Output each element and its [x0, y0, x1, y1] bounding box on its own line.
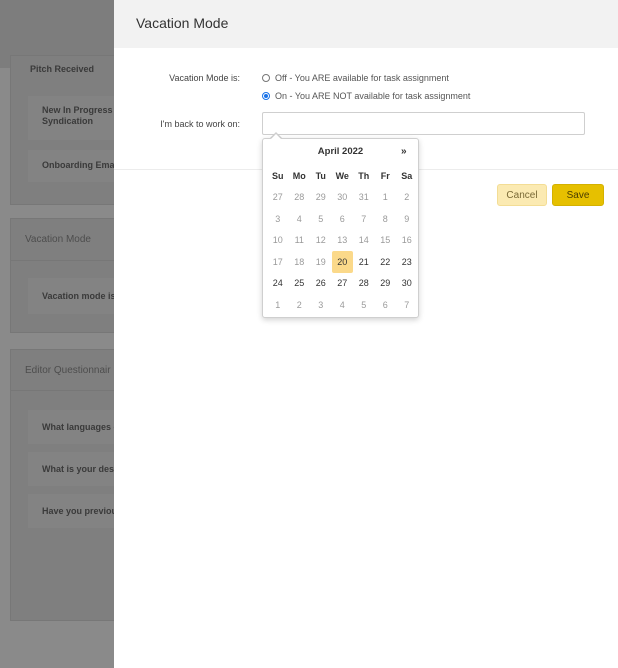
bg-divider [10, 260, 120, 261]
datepicker-day[interactable]: 5 [310, 208, 332, 230]
datepicker-day[interactable]: 29 [310, 187, 332, 209]
radio-option-off[interactable]: Off - You ARE available for task assignm… [262, 73, 449, 83]
weekday-header: Su [271, 170, 284, 181]
datepicker-day[interactable]: 7 [396, 294, 418, 316]
datepicker-day[interactable]: 15 [375, 230, 397, 252]
datepicker: April 2022 » Su Mo Tu We Th Fr Sa 27 28 29 30 31 1 2 3… [262, 138, 419, 318]
bg-row-languages: What languages c [42, 422, 119, 432]
datepicker-day[interactable]: 8 [375, 208, 397, 230]
datepicker-day[interactable]: 27 [267, 187, 289, 209]
datepicker-day[interactable]: 28 [353, 273, 375, 295]
bg-row-pitch-received: Pitch Received [30, 64, 95, 74]
radio-on-button[interactable] [262, 92, 270, 100]
datepicker-day[interactable]: 12 [310, 230, 332, 252]
datepicker-day[interactable]: 17 [267, 251, 289, 273]
radio-off-label[interactable]: Off - You ARE available for task assignm… [275, 73, 449, 83]
radio-option-on[interactable]: On - You ARE NOT available for task assi… [262, 91, 470, 101]
datepicker-day[interactable]: 10 [267, 230, 289, 252]
datepicker-day[interactable]: 16 [396, 230, 418, 252]
datepicker-day[interactable]: 2 [396, 187, 418, 209]
bg-row-onboarding: Onboarding Emai [42, 160, 118, 170]
modal-title: Vacation Mode [136, 15, 229, 31]
radio-on-label[interactable]: On - You ARE NOT available for task assi… [275, 91, 470, 101]
modal-header: Vacation Mode [114, 0, 618, 48]
weekday-header: Fr [380, 170, 390, 181]
datepicker-day[interactable]: 11 [289, 230, 311, 252]
vacation-mode-label: Vacation Mode is: [169, 73, 240, 83]
datepicker-day[interactable]: 1 [267, 294, 289, 316]
datepicker-day[interactable]: 21 [353, 251, 375, 273]
datepicker-day[interactable]: 14 [353, 230, 375, 252]
datepicker-day[interactable]: 23 [396, 251, 418, 273]
bg-row-new-in-progress: New In Progress T Syndication [42, 105, 121, 126]
datepicker-day[interactable]: 25 [289, 273, 311, 295]
datepicker-day[interactable]: 24 [267, 273, 289, 295]
next-month-icon[interactable]: » [401, 146, 407, 157]
bg-divider [10, 390, 120, 391]
datepicker-day[interactable]: 6 [332, 208, 354, 230]
datepicker-day[interactable]: 19 [310, 251, 332, 273]
datepicker-day[interactable]: 27 [332, 273, 354, 295]
datepicker-day[interactable]: 31 [353, 187, 375, 209]
bg-row-desired: What is your desi [42, 464, 117, 474]
datepicker-month-title[interactable]: April 2022 [263, 146, 418, 157]
datepicker-day[interactable]: 30 [396, 273, 418, 295]
vacation-mode-modal: Vacation Mode Vacation Mode is: Off - Yo… [114, 0, 618, 668]
datepicker-day[interactable]: 22 [375, 251, 397, 273]
save-button[interactable]: Save [552, 184, 604, 206]
weekday-header: Sa [401, 170, 413, 181]
datepicker-day[interactable]: 28 [289, 187, 311, 209]
datepicker-day[interactable]: 4 [289, 208, 311, 230]
datepicker-day[interactable]: 9 [396, 208, 418, 230]
back-to-work-date-input[interactable] [262, 112, 585, 135]
datepicker-day[interactable]: 26 [310, 273, 332, 295]
datepicker-day[interactable]: 29 [375, 273, 397, 295]
bg-row-vacation-mode: Vacation mode is [42, 291, 116, 301]
datepicker-day-today[interactable]: 20 [331, 251, 353, 273]
datepicker-day[interactable]: 18 [289, 251, 311, 273]
weekday-header: Th [358, 170, 370, 181]
datepicker-day[interactable]: 7 [353, 208, 375, 230]
datepicker-day[interactable]: 5 [353, 294, 375, 316]
weekday-header: Mo [292, 170, 306, 181]
datepicker-grid: Su Mo Tu We Th Fr Sa 27 28 29 30 31 1 2 3 4 5 6 7 8 9 10 11 12 1… [267, 165, 418, 316]
weekday-header: Tu [315, 170, 326, 181]
datepicker-caret-inner [271, 134, 281, 139]
datepicker-day[interactable]: 3 [267, 208, 289, 230]
back-to-work-label: I'm back to work on: [160, 119, 240, 129]
datepicker-day[interactable]: 2 [289, 294, 311, 316]
datepicker-day[interactable]: 4 [332, 294, 354, 316]
cancel-button[interactable]: Cancel [497, 184, 547, 206]
datepicker-day[interactable]: 3 [310, 294, 332, 316]
bg-row-previous: Have you previou [42, 506, 118, 516]
bg-section-vacation-title: Vacation Mode [25, 234, 91, 245]
datepicker-day[interactable]: 1 [375, 187, 397, 209]
weekday-header: We [335, 170, 349, 181]
datepicker-day[interactable]: 6 [375, 294, 397, 316]
datepicker-day[interactable]: 13 [332, 230, 354, 252]
bg-section-questionnaire-title: Editor Questionnair [25, 365, 111, 376]
datepicker-day[interactable]: 30 [332, 187, 354, 209]
radio-off-button[interactable] [262, 74, 270, 82]
